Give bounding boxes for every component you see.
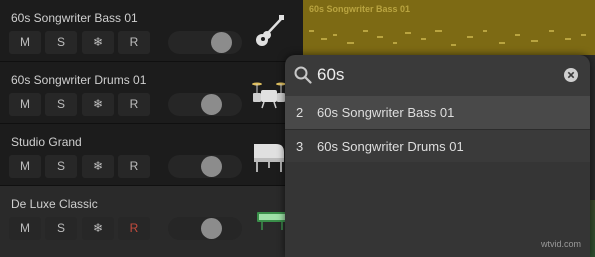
- mute-button[interactable]: M: [9, 217, 41, 240]
- track-list: 60s Songwriter Bass 01 M S ❄ R 60s Songw…: [0, 0, 303, 257]
- solo-button[interactable]: S: [45, 217, 77, 240]
- search-result-item[interactable]: 2 60s Songwriter Bass 01: [285, 96, 590, 129]
- track-name: 60s Songwriter Drums 01: [11, 73, 147, 87]
- result-label: 60s Songwriter Bass 01: [317, 105, 455, 120]
- search-icon: [294, 66, 312, 84]
- freeze-button[interactable]: ❄: [82, 155, 114, 178]
- freeze-button[interactable]: ❄: [82, 217, 114, 240]
- volume-slider[interactable]: [168, 217, 242, 240]
- track-name: Studio Grand: [11, 135, 82, 149]
- track-name: De Luxe Classic: [11, 197, 98, 211]
- search-input[interactable]: [317, 62, 547, 88]
- mute-button[interactable]: M: [9, 31, 41, 54]
- search-popover: 2 60s Songwriter Bass 01 3 60s Songwrite…: [285, 55, 590, 257]
- freeze-button[interactable]: ❄: [82, 93, 114, 116]
- track-header[interactable]: Studio Grand M S ❄ R: [0, 124, 303, 185]
- volume-slider-knob[interactable]: [211, 32, 232, 53]
- solo-button[interactable]: S: [45, 93, 77, 116]
- record-enable-button[interactable]: R: [118, 155, 150, 178]
- acoustic-guitar-icon: [256, 15, 284, 46]
- mute-button[interactable]: M: [9, 155, 41, 178]
- volume-slider[interactable]: [168, 31, 242, 54]
- search-bar: [285, 55, 590, 95]
- volume-slider-knob[interactable]: [201, 94, 222, 115]
- track-header[interactable]: 60s Songwriter Bass 01 M S ❄ R: [0, 0, 303, 61]
- audio-region[interactable]: 60s Songwriter Bass 01: [303, 0, 595, 55]
- result-index: 2: [296, 105, 304, 120]
- solo-button[interactable]: S: [45, 155, 77, 178]
- track-name: 60s Songwriter Bass 01: [11, 11, 138, 25]
- record-enable-button[interactable]: R: [118, 217, 150, 240]
- midi-notes: [309, 30, 586, 46]
- watermark: wtvid.com: [540, 239, 581, 249]
- clear-search-icon[interactable]: [564, 68, 578, 82]
- track-header[interactable]: 60s Songwriter Drums 01 M S ❄ R: [0, 62, 303, 123]
- mute-button[interactable]: M: [9, 93, 41, 116]
- volume-slider-knob[interactable]: [201, 156, 222, 177]
- freeze-button[interactable]: ❄: [82, 31, 114, 54]
- drum-kit-icon: [252, 82, 286, 109]
- record-enable-button[interactable]: R: [118, 31, 150, 54]
- volume-slider[interactable]: [168, 155, 242, 178]
- volume-slider-knob[interactable]: [201, 218, 222, 239]
- track-header-selected[interactable]: De Luxe Classic M S ❄ R: [0, 186, 303, 257]
- search-result-item[interactable]: 3 60s Songwriter Drums 01: [285, 130, 590, 163]
- volume-slider[interactable]: [168, 93, 242, 116]
- result-label: 60s Songwriter Drums 01: [317, 139, 464, 154]
- grand-piano-icon: [254, 144, 284, 172]
- record-enable-button[interactable]: R: [118, 93, 150, 116]
- solo-button[interactable]: S: [45, 31, 77, 54]
- result-index: 3: [296, 139, 304, 154]
